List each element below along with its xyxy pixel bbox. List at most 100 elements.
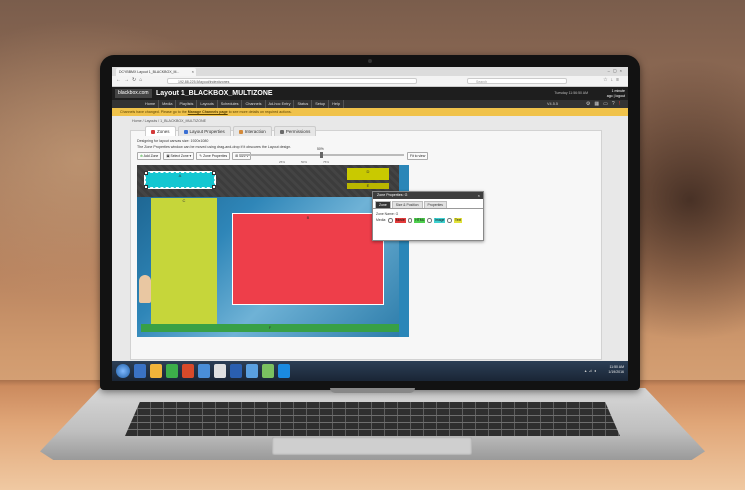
resize-handle[interactable] bbox=[144, 171, 148, 175]
text-radio[interactable] bbox=[447, 218, 452, 223]
taskbar-app-icon[interactable] bbox=[198, 364, 210, 378]
zone-d[interactable]: D bbox=[347, 168, 389, 180]
taskbar-app-icon[interactable] bbox=[246, 364, 258, 378]
app-logo[interactable]: blackbox.com bbox=[115, 89, 152, 98]
taskbar-app-icon[interactable] bbox=[262, 364, 274, 378]
monitor-icon[interactable]: ▭ bbox=[603, 101, 612, 107]
start-button-icon[interactable] bbox=[116, 364, 130, 378]
zoom-slider-thumb[interactable] bbox=[320, 152, 323, 158]
app-version: V4.5.5 bbox=[547, 102, 558, 106]
canvas-size-text: Designing for layout canvas size: 1920x1… bbox=[137, 139, 209, 143]
laptop-keyboard bbox=[125, 402, 620, 436]
laptop-screen-bezel: DCYBBMX Layout 1_BLACKBOX_M... × –▢× ←→↻… bbox=[100, 55, 640, 390]
breadcrumb[interactable]: Home / Layouts / 1_BLACKBOX_MULTIZONE bbox=[132, 119, 206, 123]
logout-line-2: ago | logout bbox=[606, 93, 625, 98]
menu-item-playlists[interactable]: Playlists bbox=[176, 100, 198, 108]
zone-properties-button[interactable]: ✎ Zone Properties bbox=[196, 152, 231, 160]
html-radio[interactable] bbox=[407, 218, 413, 223]
tab-properties[interactable]: Properties bbox=[423, 201, 448, 208]
zone-properties-tabs: Zone Size & Position Properties bbox=[373, 199, 483, 209]
zone-c[interactable]: C bbox=[151, 198, 217, 324]
close-icon[interactable]: × bbox=[478, 192, 480, 199]
help-icon[interactable]: ? bbox=[612, 101, 619, 107]
tab-layout-properties[interactable]: Layout Properties bbox=[177, 126, 231, 136]
taskbar-app-icon[interactable] bbox=[134, 364, 146, 378]
zone-name-field[interactable]: Zone Name: G bbox=[373, 209, 483, 216]
add-zone-button[interactable]: ⊕ Add Zone bbox=[137, 152, 162, 160]
zoom-slider[interactable] bbox=[239, 152, 404, 158]
media-text[interactable]: Text bbox=[453, 218, 463, 223]
nav-buttons[interactable]: ←→↻⌂ bbox=[116, 77, 145, 83]
browser-toolbar-icons[interactable]: ☆↓≡ bbox=[603, 77, 622, 83]
tab-permissions-label: Permissions bbox=[285, 129, 311, 134]
browser-tab[interactable]: DCYBBMX Layout 1_BLACKBOX_M... × bbox=[116, 68, 196, 76]
taskbar-app-icon[interactable] bbox=[166, 364, 178, 378]
menu-item-setup[interactable]: Setup bbox=[312, 100, 330, 108]
menu-item-schedules[interactable]: Schedules bbox=[218, 100, 243, 108]
close-icon[interactable]: × bbox=[192, 68, 194, 76]
taskbar-app-icon[interactable] bbox=[182, 364, 194, 378]
zone-e-label: E bbox=[366, 183, 370, 188]
alert-icon[interactable]: ! bbox=[619, 101, 624, 107]
fit-to-view-button[interactable]: Fit to view bbox=[407, 152, 429, 160]
windows-taskbar: ▴⊿◂ 11:50 AM 1/19/2016 bbox=[112, 361, 628, 381]
forward-arrow-icon[interactable]: → bbox=[124, 77, 132, 83]
back-arrow-icon[interactable]: ← bbox=[116, 77, 124, 83]
select-zone-button[interactable]: ▣ Select Zone ▾ bbox=[163, 152, 195, 160]
taskbar-app-icon[interactable] bbox=[214, 364, 226, 378]
volume-icon[interactable]: ◂ bbox=[594, 368, 598, 373]
menu-item-home[interactable]: Home bbox=[142, 100, 160, 108]
home-icon[interactable]: ⌂ bbox=[139, 77, 145, 83]
menu-item-help[interactable]: Help bbox=[329, 100, 344, 108]
logout-link[interactable]: 1 minute ago | logout bbox=[607, 89, 625, 98]
menu-item-layouts[interactable]: Layouts bbox=[197, 100, 218, 108]
media-html[interactable]: HTML bbox=[414, 218, 426, 223]
tab-zone[interactable]: Zone bbox=[375, 201, 391, 208]
menu-item-status[interactable]: Status bbox=[294, 100, 313, 108]
select-zone-label: Select Zone bbox=[170, 154, 189, 158]
zone-properties-title[interactable]: Zone Properties: G × bbox=[373, 192, 483, 199]
resize-handle[interactable] bbox=[144, 185, 148, 189]
zone-e[interactable]: E bbox=[347, 183, 389, 189]
main-menu: Home Media Playlists Layouts Schedules C… bbox=[112, 100, 628, 108]
movie-radio[interactable] bbox=[388, 218, 393, 223]
menu-item-media[interactable]: Media bbox=[159, 100, 177, 108]
resize-handle[interactable] bbox=[212, 171, 216, 175]
media-movie[interactable]: Movie bbox=[394, 218, 406, 223]
taskbar-app-icon[interactable] bbox=[230, 364, 242, 378]
zone-b[interactable]: B bbox=[232, 213, 384, 305]
laptop-trackpad bbox=[272, 437, 472, 455]
window-controls[interactable]: –▢× bbox=[608, 68, 625, 73]
zoom-tick-75: 75% bbox=[323, 160, 330, 164]
menu-item-channels[interactable]: Channels bbox=[242, 100, 266, 108]
address-bar[interactable]: 192.88.225.5/layout/index#zones bbox=[167, 78, 417, 84]
menu-icon[interactable]: ≡ bbox=[616, 77, 622, 83]
zone-properties-dialog[interactable]: Zone Properties: G × Zone Size & Positio… bbox=[372, 191, 484, 241]
layout-canvas[interactable]: A D E C B F bbox=[137, 165, 409, 337]
tab-size-position[interactable]: Size & Position bbox=[391, 201, 423, 208]
clock-date: 1/19/2016 bbox=[608, 370, 624, 374]
zone-properties-label: Zone Properties bbox=[203, 154, 228, 158]
zone-f[interactable]: F bbox=[141, 324, 399, 332]
zone-a[interactable]: A bbox=[144, 171, 216, 189]
media-image[interactable]: Image bbox=[433, 218, 446, 223]
image-radio[interactable] bbox=[427, 218, 432, 223]
system-tray[interactable]: ▴⊿◂ bbox=[585, 361, 598, 381]
main-content: Home / Layouts / 1_BLACKBOX_MULTIZONE Zo… bbox=[112, 116, 628, 361]
browser-search-input[interactable]: Search bbox=[467, 78, 567, 84]
layout-tabs: Zones Layout Properties Interaction Perm… bbox=[145, 126, 317, 136]
select-icon: ▣ bbox=[166, 154, 170, 158]
taskbar-app-icon[interactable] bbox=[278, 364, 290, 378]
grid-icon[interactable]: ▦ bbox=[594, 101, 603, 107]
bookmark-star-icon[interactable]: ☆ bbox=[603, 77, 610, 83]
taskbar-clock[interactable]: 11:50 AM 1/19/2016 bbox=[608, 365, 624, 375]
tab-zones[interactable]: Zones bbox=[145, 126, 176, 136]
manage-channels-link[interactable]: Manage Channels page bbox=[188, 110, 228, 114]
taskbar-app-icon[interactable] bbox=[150, 364, 162, 378]
resize-handle[interactable] bbox=[212, 185, 216, 189]
tab-interaction[interactable]: Interaction bbox=[232, 126, 272, 136]
zone-c-label: C bbox=[182, 198, 186, 203]
menu-item-adhoc[interactable]: Ad-hoc Entry bbox=[266, 100, 295, 108]
tab-permissions[interactable]: Permissions bbox=[273, 126, 317, 136]
header-icons[interactable]: ⚙▦▭?! bbox=[586, 100, 624, 108]
